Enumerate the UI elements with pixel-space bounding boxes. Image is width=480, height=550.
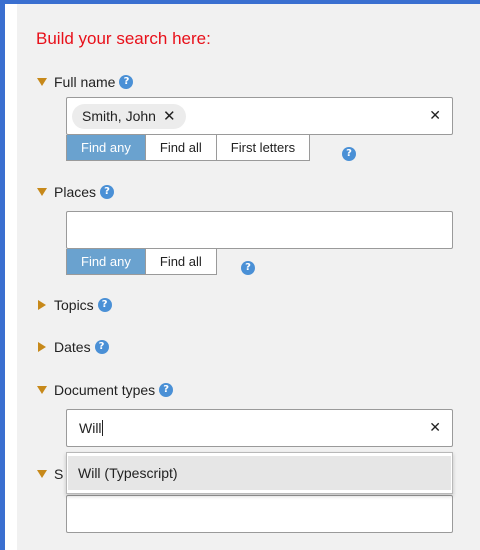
clear-icon[interactable]: ✕: [429, 108, 441, 124]
section-label: Full name: [54, 74, 116, 90]
option-find-all[interactable]: Find all: [146, 135, 217, 160]
option-find-any[interactable]: Find any: [67, 249, 146, 274]
typed-value: Will: [79, 420, 102, 436]
typed-text: Will: [79, 420, 103, 436]
clear-icon[interactable]: ✕: [429, 420, 441, 436]
help-icon[interactable]: ?: [94, 340, 109, 354]
full-name-input[interactable]: Smith, John ✕ ✕: [66, 97, 453, 135]
option-find-all[interactable]: Find all: [146, 249, 216, 274]
document-types-input[interactable]: Will ✕: [66, 409, 453, 447]
help-icon[interactable]: ?: [119, 75, 134, 89]
text-cursor: [101, 420, 103, 436]
caret-right-icon: [38, 300, 46, 310]
option-find-any[interactable]: Find any: [67, 135, 146, 160]
help-icon[interactable]: ?: [159, 383, 174, 397]
places-input[interactable]: [66, 211, 453, 249]
next-section-input[interactable]: [66, 495, 453, 533]
full-name-match-options: Find any Find all First letters: [66, 135, 311, 161]
places-match-options: Find any Find all: [66, 249, 217, 275]
section-document-types-toggle[interactable]: Document types ?: [37, 382, 174, 398]
section-places-toggle[interactable]: Places ?: [37, 184, 115, 200]
section-topics-toggle[interactable]: Topics ?: [37, 297, 112, 313]
section-label: S: [54, 466, 64, 482]
option-first-letters[interactable]: First letters: [217, 135, 309, 160]
caret-down-icon: [37, 78, 47, 86]
help-icon[interactable]: ?: [342, 147, 356, 161]
chip-label: Smith, John: [82, 108, 156, 124]
section-label: Places: [54, 184, 97, 200]
section-label: Document types: [54, 382, 156, 398]
page-title: Build your search here:: [36, 29, 211, 48]
section-next-toggle[interactable]: S: [37, 466, 63, 482]
search-builder-panel: Build your search here: Full name ? Smit…: [17, 4, 480, 550]
suggestion-item[interactable]: Will (Typescript): [68, 456, 451, 490]
section-label: Dates: [54, 339, 91, 355]
name-chip: Smith, John ✕: [72, 104, 186, 129]
section-full-name-toggle[interactable]: Full name ?: [37, 74, 134, 90]
section-label: Topics: [54, 297, 94, 313]
help-icon[interactable]: ?: [97, 298, 112, 312]
caret-right-icon: [38, 342, 46, 352]
help-icon[interactable]: ?: [241, 261, 255, 275]
caret-down-icon: [37, 188, 47, 196]
caret-down-icon: [37, 386, 47, 394]
window-left-border: [0, 0, 5, 550]
section-dates-toggle[interactable]: Dates ?: [37, 339, 109, 355]
autocomplete-dropdown: Will (Typescript): [66, 452, 453, 494]
chip-remove-icon[interactable]: ✕: [163, 104, 176, 129]
caret-down-icon: [37, 470, 47, 478]
help-icon[interactable]: ?: [100, 185, 115, 199]
